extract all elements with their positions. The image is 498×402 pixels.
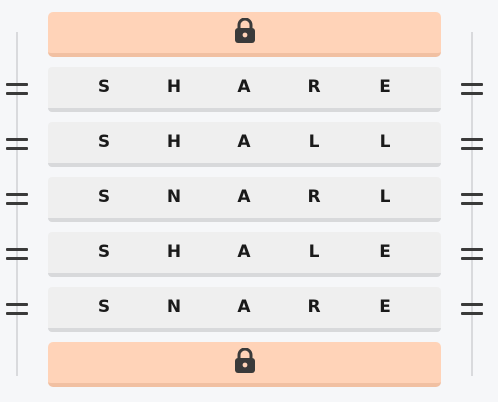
- letter-tile: N: [166, 187, 182, 207]
- drag-handle-icon[interactable]: [6, 303, 28, 316]
- letter-tile: R: [307, 77, 321, 97]
- letter-tile: E: [379, 77, 391, 97]
- lock-icon: [234, 347, 256, 378]
- letter-tile: H: [166, 242, 182, 262]
- letter-tile: S: [97, 187, 111, 207]
- bottom-locked-word: [48, 342, 441, 387]
- letter-tile: A: [237, 77, 251, 97]
- letter-tile: E: [379, 297, 391, 317]
- word-row[interactable]: SNARL: [48, 177, 441, 222]
- letter-tile: A: [237, 297, 251, 317]
- letter-tile: S: [97, 77, 111, 97]
- top-locked-word: [48, 12, 441, 57]
- letter-tile: S: [97, 242, 111, 262]
- letter-tile: E: [379, 242, 391, 262]
- drag-handle-icon[interactable]: [6, 193, 28, 206]
- drag-handle-icon[interactable]: [6, 83, 28, 96]
- word-row[interactable]: SHALL: [48, 122, 441, 167]
- letter-tile: L: [308, 132, 320, 152]
- letter-tile: A: [237, 187, 251, 207]
- letter-tile: A: [237, 242, 251, 262]
- drag-handle-icon[interactable]: [6, 248, 28, 261]
- drag-handle-icon[interactable]: [461, 303, 483, 316]
- drag-handle-icon[interactable]: [461, 193, 483, 206]
- letter-tile: A: [237, 132, 251, 152]
- letter-tile: S: [97, 132, 111, 152]
- word-row[interactable]: SNARE: [48, 287, 441, 332]
- word-row[interactable]: SHALE: [48, 232, 441, 277]
- letter-tile: H: [166, 132, 182, 152]
- drag-handle-icon[interactable]: [461, 248, 483, 261]
- letter-tile: R: [307, 297, 321, 317]
- letter-tile: H: [166, 77, 182, 97]
- drag-handle-icon[interactable]: [461, 83, 483, 96]
- letter-tile: N: [166, 297, 182, 317]
- letter-tile: L: [308, 242, 320, 262]
- letter-tile: S: [97, 297, 111, 317]
- letter-tile: L: [379, 187, 391, 207]
- word-row[interactable]: SHARE: [48, 67, 441, 112]
- drag-handle-icon[interactable]: [461, 138, 483, 151]
- drag-handle-icon[interactable]: [6, 138, 28, 151]
- lock-icon: [234, 17, 256, 48]
- letter-tile: L: [379, 132, 391, 152]
- letter-tile: R: [307, 187, 321, 207]
